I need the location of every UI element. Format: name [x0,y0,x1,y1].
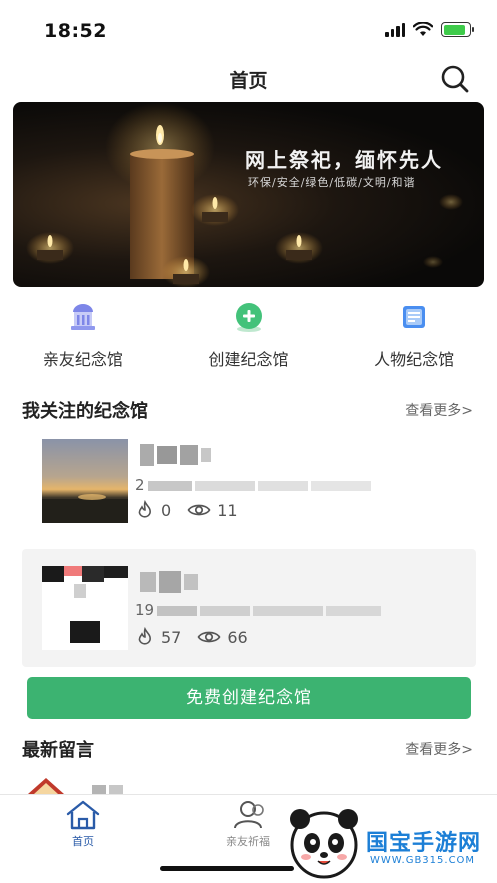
banner-subtitle: 环保/安全/绿色/低碳/文明/和谐 [248,176,416,189]
quick-item-family-memorial[interactable]: 亲友纪念馆 [0,300,166,380]
views-stat: 66 [197,628,248,647]
memorial-photo [42,566,128,650]
quick-actions: 亲友纪念馆 创建纪念馆 人物纪念馆 [0,300,497,380]
memorial-hall-icon [66,300,100,334]
memorial-photo [42,439,128,523]
memorial-name [137,569,198,594]
flame-icon [138,500,151,518]
eye-icon [197,631,221,643]
home-indicator [160,866,294,871]
eye-icon [187,504,211,516]
quick-label: 亲友纪念馆 [42,350,123,369]
memorial-stats: 0 11 [135,500,254,520]
banner-title: 网上祭祀，缅怀先人 [245,148,443,172]
memorial-dates: 19 [135,601,382,619]
quick-item-person-memorial[interactable]: 人物纪念馆 [331,300,497,380]
view-more-link[interactable]: 查看更多> [405,400,473,420]
memorial-name [137,442,211,467]
status-time: 18:52 [44,20,107,42]
banner[interactable]: 网上祭祀，缅怀先人 环保/安全/绿色/低碳/文明/和谐 [13,102,484,287]
add-circle-icon [232,300,266,334]
flame-icon [138,627,151,645]
panda-logo-icon [290,809,358,879]
page-title: 首页 [229,70,268,92]
watermark-text: 国宝手游网 [366,831,482,856]
quick-item-create-memorial[interactable]: 创建纪念馆 [166,300,332,380]
message-author [92,780,128,797]
tab-home[interactable]: 首页 [23,799,143,849]
view-more-link[interactable]: 查看更多> [405,739,473,759]
document-list-icon [397,300,431,334]
people-icon [234,801,264,829]
memorial-card[interactable]: 19 57 66 [22,549,476,667]
tab-label: 首页 [72,835,94,848]
section-title: 最新留言 [22,740,94,761]
home-icon [66,800,100,830]
flame-stat: 0 [135,500,171,520]
battery-icon [441,22,474,37]
memorial-card[interactable]: 2 0 11 [22,428,476,546]
messages-section-header: 最新留言 查看更多> [22,736,473,764]
site-watermark: 国宝手游网 WWW.GB315.COM [278,797,497,883]
tab-label: 亲友祈福 [226,835,270,848]
quick-label: 人物纪念馆 [374,350,455,369]
memorial-dates: 2 [135,476,371,494]
message-avatar [28,778,64,794]
followed-section-header: 我关注的纪念馆 查看更多> [22,397,473,425]
section-title: 我关注的纪念馆 [22,401,148,422]
status-icons [385,22,474,37]
watermark-url: WWW.GB315.COM [370,855,476,866]
wifi-icon [413,22,433,36]
search-icon[interactable] [439,63,471,95]
create-memorial-button[interactable]: 免费创建纪念馆 [27,677,471,719]
memorial-stats: 57 66 [135,627,264,647]
quick-label: 创建纪念馆 [208,350,289,369]
views-stat: 11 [187,501,238,520]
nav-bar: 首页 [0,58,497,98]
cellular-signal-icon [385,22,405,37]
candles-illustration [26,102,463,287]
flame-stat: 57 [135,627,181,647]
status-bar: 18:52 [0,0,497,60]
